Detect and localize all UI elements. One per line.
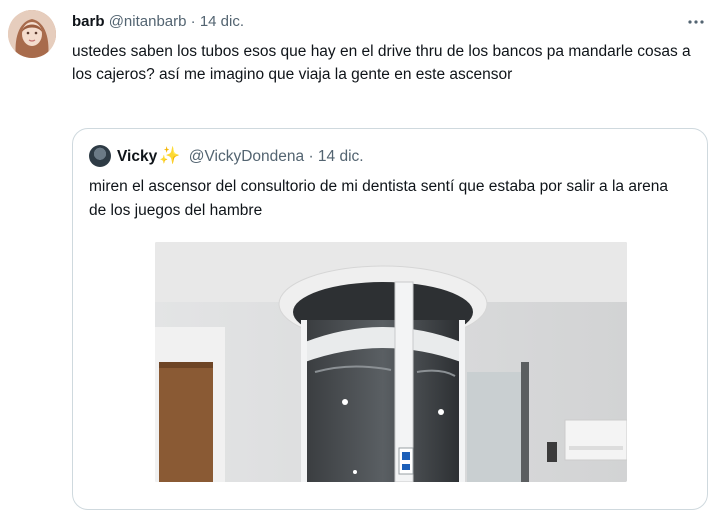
display-name[interactable]: barb [72,13,105,30]
tweet-header: barb @nitanbarb · 14 dic. [72,12,244,32]
quoted-timestamp[interactable]: 14 dic. [318,148,364,165]
avatar[interactable] [8,10,56,58]
avatar-image [8,10,56,58]
timestamp[interactable]: 14 dic. [200,13,244,30]
ellipsis-icon [688,20,704,24]
more-icon[interactable] [684,10,708,34]
quoted-header: Vicky ✨ @VickyDondena · 14 dic. [117,145,364,168]
quoted-text: miren el ascensor del consultorio de mi … [89,178,668,219]
quoted-tweet[interactable]: Vicky ✨ @VickyDondena · 14 dic. miren el … [72,128,708,510]
elevator-photo-image [155,242,627,482]
tweet-text: ustedes saben los tubos esos que hay en … [72,43,691,83]
sparkles-icon: ✨ [159,146,181,165]
quoted-avatar[interactable] [89,145,111,167]
separator: · [190,13,196,30]
elevator-photo[interactable] [155,242,627,482]
handle[interactable]: @nitanbarb [109,13,187,30]
quoted-display-name[interactable]: Vicky [117,148,157,165]
tweet[interactable]: barb @nitanbarb · 14 dic. ustedes saben … [0,0,720,510]
quoted-separator: · [308,148,314,165]
quoted-handle[interactable]: @VickyDondena [189,148,304,165]
